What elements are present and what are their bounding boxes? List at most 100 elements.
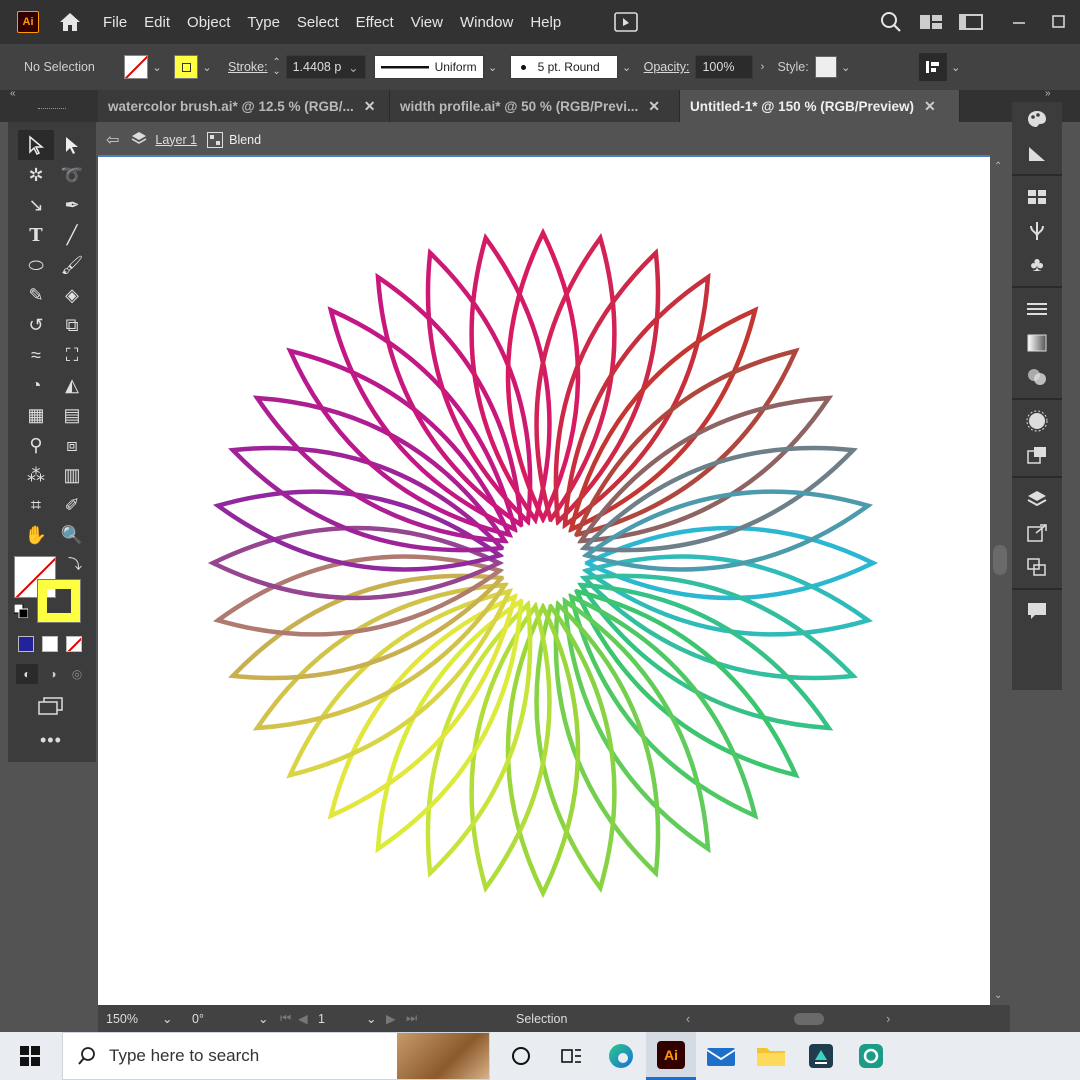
- gpu-performance-icon[interactable]: [612, 9, 640, 35]
- stroke-weight-field[interactable]: 1.4408 p ⌄: [285, 55, 366, 79]
- illustrator-app-icon[interactable]: Ai: [646, 1032, 696, 1080]
- chevron-right-icon[interactable]: ›: [753, 56, 771, 78]
- horizontal-scroll-left-icon[interactable]: ‹: [686, 1012, 690, 1026]
- scale-tool-icon[interactable]: ⧉: [54, 310, 90, 340]
- scroll-down-icon[interactable]: ⌄: [994, 990, 1002, 1001]
- direct-selection-tool-icon[interactable]: [54, 130, 90, 160]
- maximize-icon[interactable]: [1046, 9, 1072, 35]
- eyedropper-tool-icon[interactable]: ⚲: [18, 430, 54, 460]
- graphic-styles-icon[interactable]: [1012, 404, 1062, 438]
- color-mode-icon[interactable]: [18, 636, 34, 652]
- chevron-down-icon[interactable]: ⌄: [484, 56, 502, 78]
- transparency-icon[interactable]: [1012, 360, 1062, 394]
- anchor-point-tool-icon[interactable]: ↘: [18, 190, 54, 220]
- scroll-thumb[interactable]: [993, 545, 1007, 575]
- screen-mode-icon[interactable]: [36, 696, 66, 716]
- chevron-down-icon[interactable]: ⌄: [198, 56, 216, 78]
- horizontal-scroll-right-icon[interactable]: ›: [886, 1012, 890, 1026]
- gradient-mode-icon[interactable]: [42, 636, 58, 652]
- tab-width-profile[interactable]: width profile.ai* @ 50 % (RGB/Previ... ✕: [390, 90, 680, 122]
- chevron-down-icon[interactable]: ⌄: [947, 56, 965, 78]
- stepper-icon[interactable]: ⌃ ⌄: [268, 56, 286, 78]
- edge-browser-icon[interactable]: [596, 1032, 646, 1080]
- close-icon[interactable]: ✕: [364, 98, 376, 115]
- artboards-icon[interactable]: [1012, 550, 1062, 584]
- zoom-tool-icon[interactable]: 🔍: [54, 520, 90, 550]
- arrange-documents-icon[interactable]: [918, 9, 944, 35]
- hand-tool-icon[interactable]: ✋: [18, 520, 54, 550]
- swatches-icon[interactable]: [1012, 180, 1062, 214]
- type-tool-icon[interactable]: T: [18, 220, 54, 250]
- next-artboard-icon[interactable]: ▶: [386, 1011, 406, 1026]
- menu-type[interactable]: Type: [247, 14, 280, 31]
- menu-help[interactable]: Help: [530, 14, 561, 31]
- free-transform-tool-icon[interactable]: ⛶: [54, 340, 90, 370]
- layers-panel-icon[interactable]: [1012, 482, 1062, 516]
- first-artboard-icon[interactable]: ⏮: [280, 1011, 298, 1026]
- column-graph-tool-icon[interactable]: ▥: [54, 460, 90, 490]
- blend-tool-icon[interactable]: ⧈: [54, 430, 90, 460]
- chevron-down-icon[interactable]: ⌄: [618, 56, 636, 78]
- prev-artboard-icon[interactable]: ◀: [298, 1011, 318, 1026]
- artboard-number[interactable]: 1: [318, 1012, 366, 1026]
- color-guide-icon[interactable]: [1012, 102, 1062, 136]
- menu-edit[interactable]: Edit: [144, 14, 170, 31]
- close-icon[interactable]: ✕: [924, 98, 936, 115]
- brush-definition[interactable]: 5 pt. Round: [509, 55, 618, 79]
- appearance-icon[interactable]: [1012, 136, 1062, 170]
- opacity-label[interactable]: Opacity:: [644, 60, 690, 74]
- horizontal-scroll-thumb[interactable]: [794, 1012, 825, 1025]
- close-icon[interactable]: ✕: [648, 98, 660, 115]
- tab-watercolor-brush[interactable]: watercolor brush.ai* @ 12.5 % (RGB/... ✕: [98, 90, 390, 122]
- stroke-swatch[interactable]: [174, 55, 198, 79]
- graphic-style-swatch[interactable]: [814, 56, 837, 78]
- swap-fill-stroke-icon[interactable]: ⤵: [68, 554, 82, 574]
- back-arrow-icon[interactable]: ⇦: [106, 130, 119, 150]
- stroke-panel-icon[interactable]: [1012, 292, 1062, 326]
- comments-icon[interactable]: [1012, 594, 1062, 628]
- menu-file[interactable]: File: [103, 14, 127, 31]
- last-artboard-icon[interactable]: ⏭: [406, 1011, 516, 1026]
- shaper-tool-icon[interactable]: ✎: [18, 280, 54, 310]
- mesh-tool-icon[interactable]: ▦: [18, 400, 54, 430]
- home-icon[interactable]: [57, 9, 83, 35]
- symbols-icon[interactable]: ♣: [1012, 248, 1062, 282]
- screen-recorder-icon[interactable]: [846, 1032, 896, 1080]
- chevron-down-icon[interactable]: ⌄: [258, 1011, 280, 1026]
- chevron-down-icon[interactable]: ⌄: [148, 56, 166, 78]
- chevron-down-icon[interactable]: ⌄: [162, 1011, 192, 1026]
- workspace-icon[interactable]: [958, 9, 984, 35]
- windows-start-icon[interactable]: [20, 1046, 40, 1071]
- collapse-arrows-icon[interactable]: »: [1045, 88, 1051, 99]
- opacity-field[interactable]: 100%: [695, 55, 754, 79]
- brushes-icon[interactable]: [1012, 214, 1062, 248]
- perspective-grid-tool-icon[interactable]: ◭: [54, 370, 90, 400]
- chevron-down-icon[interactable]: ⌄: [837, 56, 855, 78]
- stroke-color-box[interactable]: [37, 579, 81, 623]
- minimize-icon[interactable]: [1006, 9, 1032, 35]
- collapse-arrows-icon[interactable]: «: [10, 88, 16, 99]
- align-icon[interactable]: [918, 53, 947, 81]
- symbol-sprayer-tool-icon[interactable]: ⁂: [18, 460, 54, 490]
- shape-builder-tool-icon[interactable]: ◔: [18, 370, 54, 400]
- gradient-tool-icon[interactable]: ▤: [54, 400, 90, 430]
- slice-tool-icon[interactable]: ✐: [54, 490, 90, 520]
- lasso-tool-icon[interactable]: ➰: [54, 160, 90, 190]
- gradient-panel-icon[interactable]: [1012, 326, 1062, 360]
- line-tool-icon[interactable]: ╱: [54, 220, 90, 250]
- eraser-tool-icon[interactable]: ◈: [54, 280, 90, 310]
- pen-tool-icon[interactable]: ✒: [54, 190, 90, 220]
- menu-effect[interactable]: Effect: [356, 14, 394, 31]
- more-tools-icon[interactable]: •••: [40, 730, 62, 751]
- search-icon[interactable]: [878, 9, 904, 35]
- draw-inside-icon[interactable]: ◎: [66, 664, 88, 684]
- task-view-icon[interactable]: [496, 1032, 546, 1080]
- menu-object[interactable]: Object: [187, 14, 230, 31]
- rotate-tool-icon[interactable]: ↺: [18, 310, 54, 340]
- menu-select[interactable]: Select: [297, 14, 339, 31]
- mail-icon[interactable]: [696, 1032, 746, 1080]
- draw-normal-icon[interactable]: ◐: [16, 664, 38, 684]
- draw-behind-icon[interactable]: ◑: [42, 664, 64, 684]
- none-mode-icon[interactable]: [66, 636, 82, 652]
- paintbrush-tool-icon[interactable]: 🖌: [54, 250, 90, 280]
